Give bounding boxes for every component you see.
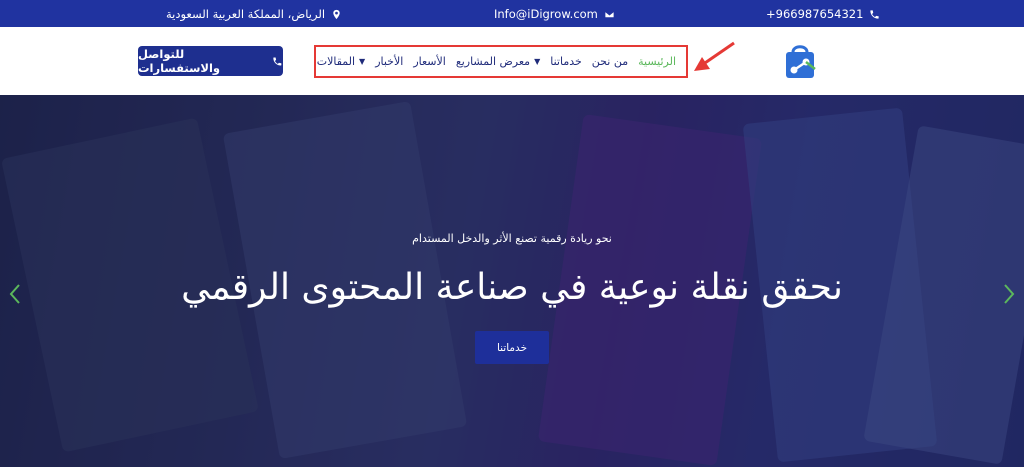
- nav-item-articles[interactable]: المقالات ▼: [317, 55, 365, 68]
- hero-button-label: خدماتنا: [496, 341, 528, 354]
- site-header: للتواصل والاستفسارات الرئيسية من نحن خدم…: [0, 27, 1024, 95]
- top-bar: +966987654321 Info@iDigrow.com الرياض، ا…: [0, 0, 1024, 27]
- nav-item-label: من نحن: [591, 55, 629, 68]
- topbar-email-text: Info@iDigrow.com: [494, 7, 598, 21]
- annotation-arrow-icon: [694, 41, 735, 71]
- nav-item-portfolio[interactable]: معرض المشاريع ▼: [456, 55, 540, 68]
- topbar-phone[interactable]: +966987654321: [766, 7, 880, 21]
- contact-button-label: للتواصل والاستفسارات: [138, 47, 221, 75]
- envelope-icon: [604, 9, 615, 20]
- main-nav: الرئيسية من نحن خدماتنا معرض المشاريع ▼ …: [314, 45, 688, 78]
- phone-icon: [273, 56, 282, 66]
- chevron-right-icon: [1004, 284, 1015, 304]
- topbar-location-text: الرياض، المملكة العربية السعودية: [166, 7, 326, 21]
- contact-button[interactable]: للتواصل والاستفسارات: [138, 46, 283, 76]
- nav-item-label: خدماتنا: [550, 55, 582, 68]
- nav-item-label: الأسعار: [413, 55, 446, 68]
- chevron-down-icon: ▼: [359, 57, 366, 66]
- topbar-email[interactable]: Info@iDigrow.com: [494, 7, 615, 21]
- map-marker-icon: [331, 9, 342, 20]
- nav-item-news[interactable]: الأخبار: [375, 55, 403, 68]
- topbar-phone-text: +966987654321: [766, 7, 864, 21]
- hero-title: نحقق نقلة نوعية في صناعة المحتوى الرقمي: [181, 267, 843, 308]
- nav-item-home[interactable]: الرئيسية: [638, 55, 676, 68]
- nav-item-label: المقالات: [316, 55, 356, 68]
- hero-subtitle: نحو ريادة رقمية تصنع الأثر والدخل المستد…: [412, 232, 612, 245]
- nav-item-label: معرض المشاريع: [455, 55, 531, 68]
- hero-services-button[interactable]: خدماتنا: [475, 331, 549, 364]
- topbar-location: الرياض، المملكة العربية السعودية: [166, 7, 342, 21]
- chevron-down-icon: ▼: [534, 57, 541, 66]
- slider-prev-button[interactable]: [8, 283, 22, 305]
- nav-item-label: الأخبار: [375, 55, 404, 68]
- site-logo[interactable]: [782, 42, 818, 80]
- nav-item-about[interactable]: من نحن: [592, 55, 628, 68]
- nav-item-pricing[interactable]: الأسعار: [413, 55, 446, 68]
- nav-item-services[interactable]: خدماتنا: [550, 55, 582, 68]
- hero-slider: نحو ريادة رقمية تصنع الأثر والدخل المستد…: [0, 95, 1024, 467]
- phone-icon: [869, 9, 880, 20]
- slider-next-button[interactable]: [1002, 283, 1016, 305]
- nav-item-label: الرئيسية: [638, 55, 676, 68]
- chevron-left-icon: [9, 284, 20, 304]
